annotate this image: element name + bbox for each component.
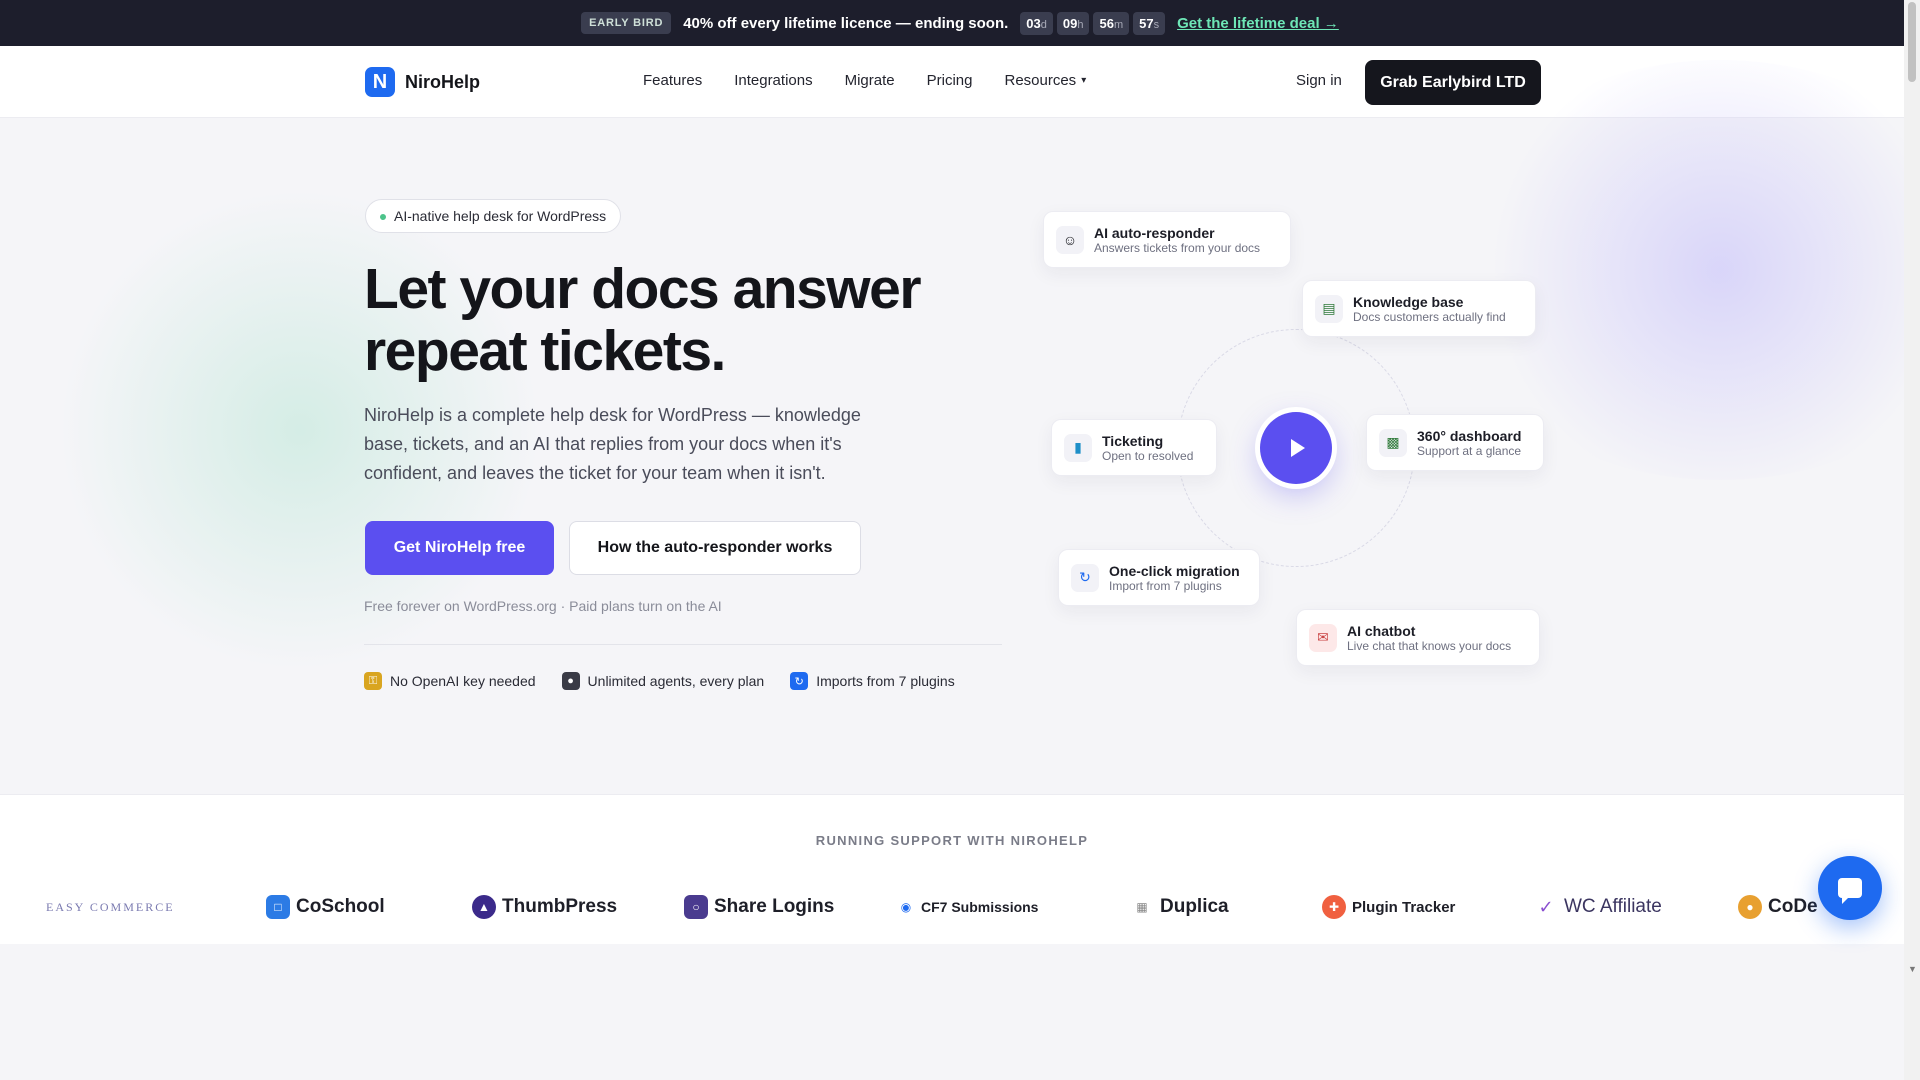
promo-bar: EARLY BIRD 40% off every lifetime licenc… — [0, 0, 1920, 46]
pricing-note: Free forever on WordPress.org · Paid pla… — [364, 598, 722, 614]
logo-easy-commerce: EASY COMMERCE — [46, 899, 175, 914]
status-dot-icon — [380, 214, 386, 220]
scroll-down-arrow-icon[interactable]: ▼ — [1908, 964, 1917, 974]
feature-card-ai-chatbot: ✉ AI chatbot Live chat that knows your do… — [1296, 609, 1540, 666]
chat-icon: ✉ — [1309, 623, 1337, 652]
card-subtitle: Answers tickets from your docs — [1094, 240, 1261, 255]
nav-link-pricing[interactable]: Pricing — [927, 72, 973, 89]
chat-bubble-icon — [1838, 878, 1862, 904]
feature-card-ai-auto-responder: ☺ AI auto-responder Answers tickets from … — [1043, 211, 1291, 268]
hero-headline: Let your docs answer repeat tickets. — [364, 258, 964, 382]
page-scrollbar[interactable]: ▼ — [1904, 0, 1920, 1080]
scrollbar-thumb[interactable] — [1908, 2, 1916, 82]
card-title: AI auto-responder — [1094, 224, 1215, 241]
nav-resources-label: Resources — [1004, 72, 1077, 89]
thumbpress-icon: ▲ — [472, 895, 496, 919]
book-icon: ▤ — [1315, 294, 1343, 323]
logo-coschool: □ CoSchool — [266, 887, 385, 927]
logo-code: ● CoDe — [1738, 887, 1826, 927]
feature-card-knowledge-base: ▤ Knowledge base Docs customers actually … — [1302, 280, 1536, 337]
migrate-icon: ↻ — [1071, 563, 1099, 592]
feature-card-one-click-migration: ↻ One-click migration Import from 7 plugi… — [1058, 549, 1260, 606]
hero-feature-list: ⚿ No OpenAI key needed ● Unlimited agent… — [364, 672, 955, 690]
nav-links: Features Integrations Migrate Pricing Re… — [643, 72, 1086, 89]
feature-item: ⚿ No OpenAI key needed — [364, 672, 536, 690]
duplica-icon: ▦ — [1130, 895, 1154, 919]
timer-minutes: 56m — [1093, 11, 1130, 35]
hero-headline-line-1: Let your docs answer — [364, 257, 922, 321]
early-bird-badge: EARLY BIRD — [581, 12, 672, 34]
page-bottom-area — [0, 944, 1904, 1080]
nav-link-migrate[interactable]: Migrate — [845, 72, 895, 89]
card-subtitle: Open to resolved — [1102, 448, 1194, 463]
card-title: Ticketing — [1102, 432, 1164, 449]
logo-thumbpress: ▲ ThumbPress — [472, 887, 617, 927]
hero-subtitle: NiroHelp is a complete help desk for Wor… — [364, 405, 861, 483]
feature-card-ticketing: ▮ Ticketing Open to resolved — [1051, 419, 1217, 476]
card-subtitle: Support at a glance — [1417, 443, 1522, 458]
code-palette-icon: ● — [1738, 895, 1762, 919]
feature-label: Unlimited agents, every plan — [587, 673, 765, 689]
logo-duplica: ▦ Duplica — [1130, 887, 1229, 927]
feature-item: ● Unlimited agents, every plan — [561, 672, 765, 690]
get-nirohelp-free-button[interactable]: Get NiroHelp free — [365, 521, 554, 575]
nav-link-integrations[interactable]: Integrations — [734, 72, 812, 89]
play-icon — [1291, 439, 1305, 457]
cf7-icon: ◉ — [897, 895, 915, 919]
play-video-button[interactable] — [1260, 412, 1332, 484]
countdown-timer: 03d 09h 56m 57s — [1020, 11, 1166, 35]
share-logins-icon: ○ — [684, 895, 708, 919]
book-open-icon: □ — [266, 895, 290, 919]
promo-message: 40% off every lifetime licence — ending … — [683, 14, 1009, 32]
feature-label: No OpenAI key needed — [390, 673, 536, 689]
card-subtitle: Live chat that knows your docs — [1347, 638, 1512, 653]
card-title: AI chatbot — [1347, 622, 1416, 639]
nav-link-resources[interactable]: Resources ▾ — [1004, 72, 1086, 89]
logo-cf7-submissions: ◉ CF7 Submissions — [897, 887, 1038, 927]
chevron-down-icon: ▾ — [1081, 75, 1087, 86]
wc-affiliate-icon: ✓ — [1534, 895, 1558, 919]
feature-card-360-dashboard: ▩ 360° dashboard Support at a glance — [1366, 414, 1544, 471]
customer-logos-section: RUNNING SUPPORT WITH NIROHELP EASY COMME… — [0, 794, 1904, 944]
hero-pill-badge: AI-native help desk for WordPress — [365, 199, 622, 233]
card-subtitle: Docs customers actually find — [1353, 309, 1506, 324]
customer-logo-row: EASY COMMERCE □ CoSchool ▲ ThumbPress ○ Sha… — [0, 887, 1904, 927]
nav-link-features[interactable]: Features — [643, 72, 702, 89]
import-icon: ↻ — [790, 672, 809, 690]
users-icon: ● — [561, 672, 580, 690]
logo-wc-affiliate: ✓ WC Affiliate — [1534, 887, 1662, 927]
chart-icon: ▩ — [1379, 428, 1407, 457]
card-title: 360° dashboard — [1417, 427, 1522, 444]
brand-name: NiroHelp — [405, 71, 481, 92]
key-icon: ⚿ — [364, 672, 382, 690]
nirohelp-logo-icon: N — [365, 67, 395, 97]
auto-responder-how-button[interactable]: How the auto-responder works — [569, 521, 861, 575]
hero-pill-text: AI-native help desk for WordPress — [394, 208, 607, 224]
card-title: One-click migration — [1109, 562, 1240, 579]
card-title: Knowledge base — [1353, 293, 1464, 310]
brand-logo[interactable]: N NiroHelp — [365, 67, 480, 97]
hero-headline-line-2: repeat tickets. — [364, 319, 726, 383]
sign-in-link[interactable]: Sign in — [1296, 72, 1342, 89]
ticket-icon: ▮ — [1064, 433, 1092, 462]
lifetime-deal-link[interactable]: Get the lifetime deal → — [1177, 15, 1339, 32]
robot-icon: ☺ — [1056, 225, 1084, 254]
feature-item: ↻ Imports from 7 plugins — [790, 672, 955, 690]
timer-seconds: 57s — [1133, 11, 1166, 35]
plugin-tracker-icon: ✚ — [1322, 895, 1346, 919]
feature-label: Imports from 7 plugins — [816, 673, 955, 689]
grab-earlybird-button[interactable]: Grab Earlybird LTD — [1365, 60, 1541, 105]
timer-days: 03d — [1020, 11, 1053, 35]
customers-title: RUNNING SUPPORT WITH NIROHELP — [815, 833, 1089, 848]
chat-widget-button[interactable] — [1818, 856, 1882, 920]
timer-hours: 09h — [1056, 11, 1090, 35]
logo-plugin-tracker: ✚ Plugin Tracker — [1322, 887, 1455, 927]
card-subtitle: Import from 7 plugins — [1109, 578, 1222, 593]
logo-share-logins: ○ Share Logins — [684, 887, 834, 927]
hero-divider — [364, 644, 1002, 645]
